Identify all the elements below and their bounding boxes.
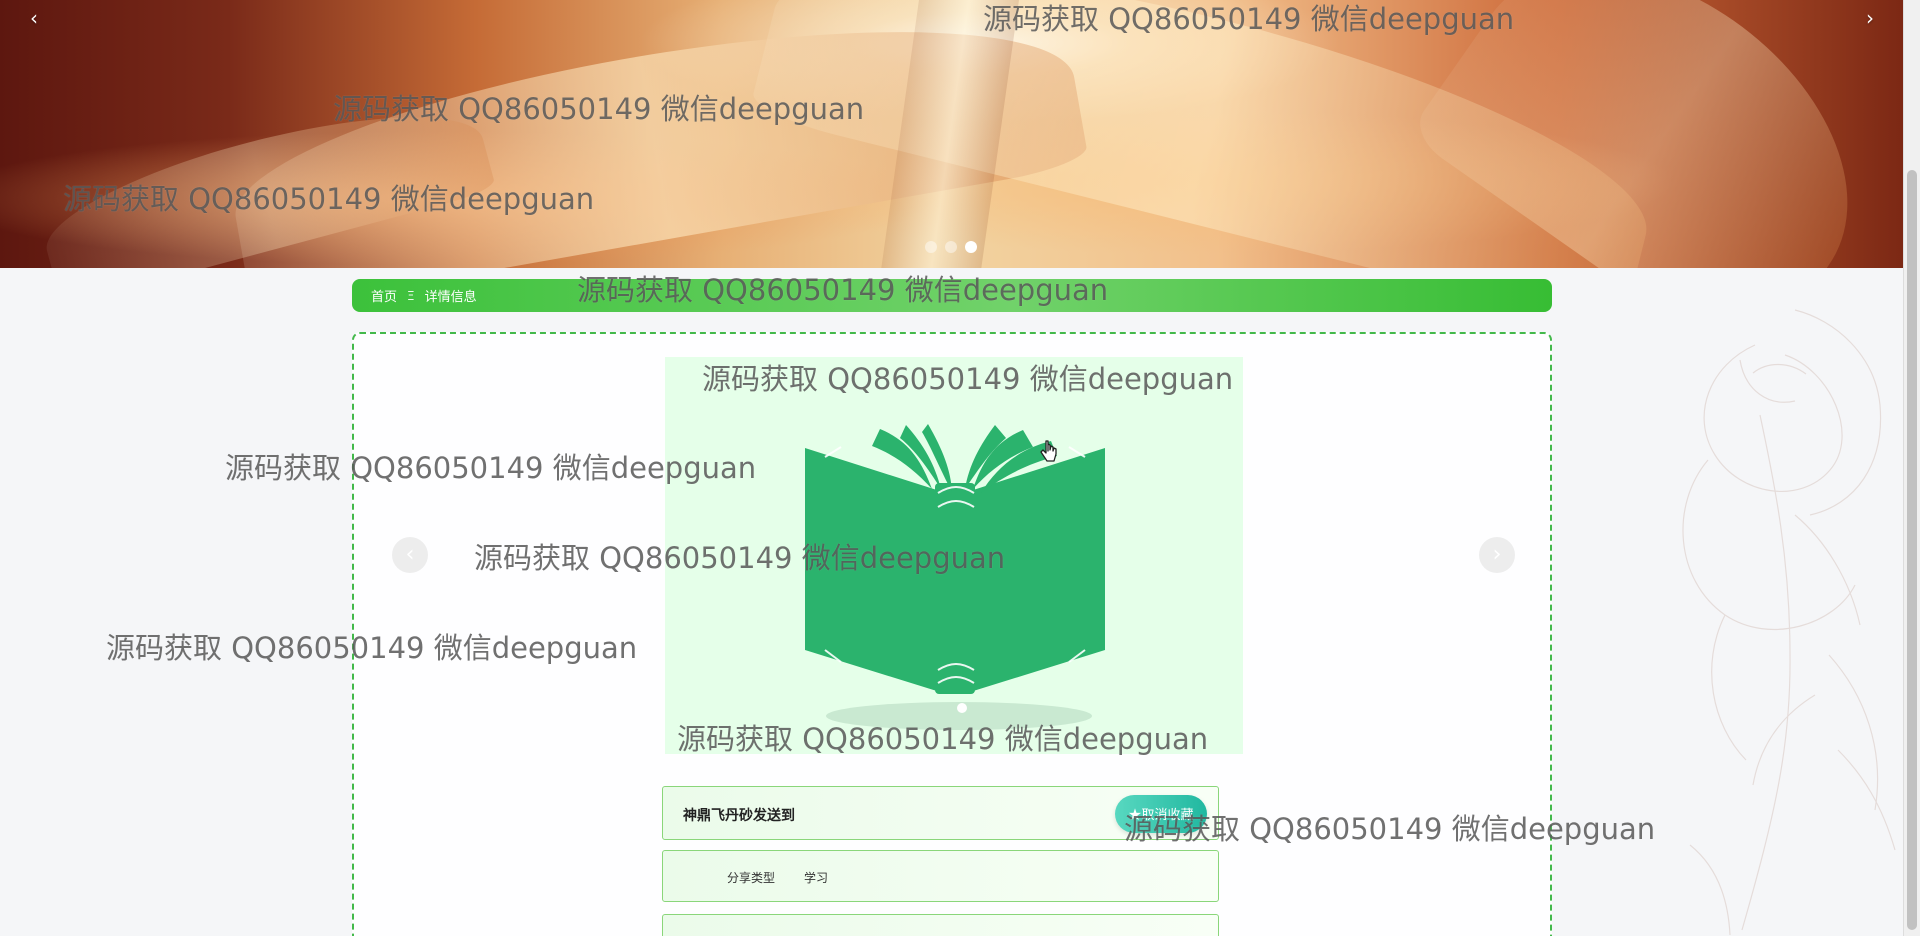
hero-next-button[interactable]: › [1861,8,1879,28]
hero-carousel[interactable]: ‹ › [0,0,1903,268]
share-type-label: 分享类型 [727,871,776,885]
detail-carousel-dot[interactable] [957,703,967,713]
hero-previous-button[interactable]: ‹ [25,8,43,28]
detail-title: 神鼎飞丹砂发送到 [683,808,795,824]
detail-next-row [662,914,1219,936]
hero-dot-active[interactable] [965,241,977,253]
flower-decoration-icon [1682,309,1896,935]
breadcrumb-separator: Ξ [407,288,415,303]
detail-image-carousel[interactable] [665,357,1243,754]
breadcrumb-home-link[interactable]: 首页 [371,286,397,305]
breadcrumb-current: 详情信息 [424,290,477,305]
pointer-cursor-icon [1040,440,1057,462]
book-icon [805,424,1105,730]
detail-carousel-previous-button[interactable]: ‹ [392,537,428,573]
share-type-row: 分享类型 学习 [662,850,1219,902]
share-type-value: 学习 [804,871,829,885]
breadcrumb: 首页 Ξ 详情信息 [352,279,1552,312]
hero-dot[interactable] [945,241,957,253]
hero-dot[interactable] [925,241,937,253]
detail-carousel-next-button[interactable]: › [1479,537,1515,573]
page-scroll-thumb[interactable] [1907,170,1917,930]
favorite-button[interactable]: ★取消收藏 [1115,795,1207,833]
detail-page: ‹ › 首页 Ξ 详情信息 ‹ › 神鼎飞丹砂发送到 ★取消收藏 分享类型 学习… [0,0,1920,936]
detail-title-row: 神鼎飞丹砂发送到 ★取消收藏 [662,786,1219,840]
detail-panel: ‹ › 神鼎飞丹砂发送到 ★取消收藏 分享类型 学习 [352,332,1552,936]
page-scrollbar[interactable] [1903,0,1920,936]
hero-pagination[interactable] [925,240,985,254]
